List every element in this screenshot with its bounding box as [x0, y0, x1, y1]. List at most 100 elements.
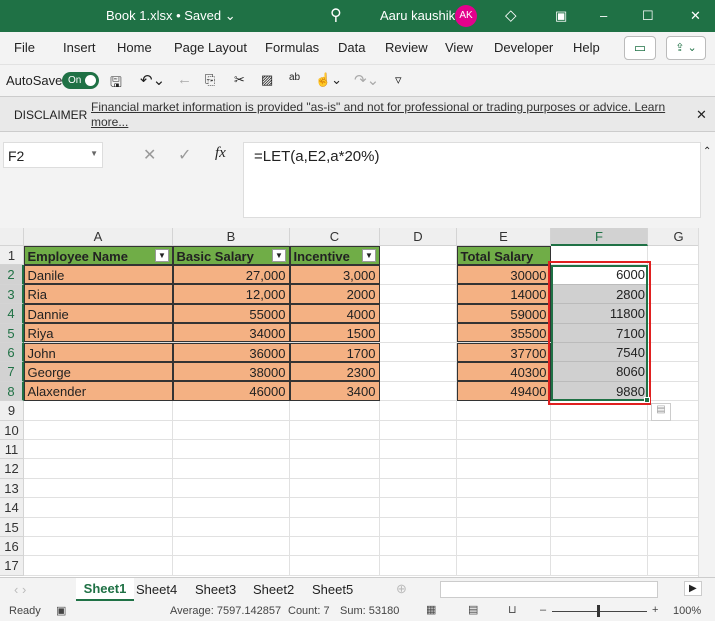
cell[interactable] — [380, 459, 457, 479]
total-salary-cell[interactable]: 35500 — [456, 323, 551, 343]
sheet-tab-sheet3[interactable]: Sheet3 — [195, 582, 236, 597]
header-employee-name[interactable]: Employee Name — [23, 245, 173, 265]
cell[interactable] — [380, 498, 457, 518]
cell[interactable] — [457, 459, 551, 479]
cut-icon[interactable]: ✂ — [234, 72, 245, 88]
total-salary-cell[interactable]: 14000 — [456, 284, 551, 304]
row-header-6[interactable]: 6 — [0, 343, 24, 363]
row-header-7[interactable]: 7 — [0, 362, 24, 382]
scroll-sheets-icon[interactable]: ‹ › — [14, 582, 26, 597]
cell[interactable] — [173, 537, 290, 557]
basic-salary-cell[interactable]: 12,000 — [172, 284, 290, 304]
cell[interactable] — [551, 556, 648, 576]
cell[interactable] — [173, 478, 290, 499]
sheet-tab-sheet5[interactable]: Sheet5 — [312, 582, 353, 597]
incentive-cell[interactable]: 3,000 — [289, 264, 380, 285]
tab-formulas[interactable]: Formulas — [265, 40, 319, 55]
touch-mode-icon[interactable]: ☝⌄ — [315, 72, 342, 88]
cell[interactable] — [24, 440, 173, 460]
filter-dropdown-a[interactable]: ▼ — [155, 249, 169, 262]
cell[interactable] — [290, 498, 380, 518]
basic-salary-cell[interactable]: 34000 — [172, 323, 290, 343]
cell[interactable] — [551, 478, 648, 499]
close-disclaimer-icon[interactable]: ✕ — [696, 107, 707, 123]
fill-handle[interactable] — [644, 397, 650, 404]
search-icon[interactable]: ⚲ — [330, 5, 342, 25]
incentive-cell[interactable]: 2300 — [289, 361, 380, 382]
incentive-cell[interactable]: 2000 — [289, 284, 380, 304]
tab-file[interactable]: File — [14, 40, 35, 55]
page-layout-view-icon[interactable]: ▤ — [468, 603, 478, 616]
tab-home[interactable]: Home — [117, 40, 152, 55]
cell[interactable] — [457, 537, 551, 557]
redo-icon[interactable]: ↷⌄ — [354, 71, 379, 89]
incentive-cell[interactable]: 1500 — [289, 323, 380, 343]
header-total-salary[interactable]: Total Salary — [456, 245, 551, 265]
cell[interactable] — [24, 478, 173, 499]
employee-name-cell[interactable]: George — [23, 361, 173, 382]
back-icon[interactable]: ← — [177, 71, 192, 88]
employee-name-cell[interactable]: Ria — [23, 284, 173, 304]
cell[interactable] — [380, 362, 457, 382]
row-header-4[interactable]: 4 — [0, 304, 24, 324]
cell[interactable] — [290, 478, 380, 499]
enter-icon[interactable]: ✓ — [178, 145, 191, 165]
employee-name-cell[interactable]: Riya — [23, 323, 173, 343]
minimize-icon[interactable]: – — [600, 8, 607, 23]
collapse-formula-bar-icon[interactable]: ⌃ — [703, 146, 711, 157]
zoom-out-icon[interactable]: – — [540, 604, 546, 616]
cell[interactable] — [290, 440, 380, 460]
zoom-slider-thumb[interactable] — [597, 605, 600, 617]
total-salary-cell[interactable]: 49400 — [456, 381, 551, 401]
customize-qat-icon[interactable]: ▿ — [395, 72, 402, 88]
tab-page-layout[interactable]: Page Layout — [174, 40, 247, 55]
maximize-icon[interactable]: ☐ — [642, 8, 654, 24]
tab-review[interactable]: Review — [385, 40, 428, 55]
tab-view[interactable]: View — [445, 40, 473, 55]
incentive-cell[interactable]: 4000 — [289, 303, 380, 324]
employee-name-cell[interactable]: Alaxender — [23, 381, 173, 401]
document-title[interactable]: Book 1.xlsx • Saved ⌄ — [106, 8, 236, 24]
filter-dropdown-b[interactable]: ▼ — [272, 249, 286, 262]
cell[interactable] — [290, 556, 380, 576]
row-header-14[interactable]: 14 — [0, 498, 24, 518]
total-salary-cell[interactable]: 37700 — [456, 342, 551, 362]
cell[interactable] — [380, 304, 457, 324]
cell[interactable] — [24, 498, 173, 518]
disclaimer-link[interactable]: Financial market information is provided… — [91, 100, 671, 130]
cell[interactable] — [290, 517, 380, 537]
horizontal-scrollbar[interactable] — [440, 581, 658, 598]
cell[interactable] — [380, 343, 457, 363]
scroll-right-icon[interactable]: ▶ — [684, 581, 702, 596]
cell[interactable] — [457, 401, 551, 421]
cell[interactable] — [24, 517, 173, 537]
autosave-toggle[interactable]: On — [62, 72, 99, 89]
cell[interactable] — [173, 420, 290, 440]
cell[interactable] — [24, 537, 173, 557]
row-header-5[interactable]: 5 — [0, 323, 24, 343]
incentive-cell[interactable]: 3400 — [289, 381, 380, 401]
employee-name-cell[interactable]: Danile — [23, 264, 173, 285]
cell[interactable] — [380, 537, 457, 557]
cell[interactable] — [380, 246, 457, 266]
cell[interactable] — [551, 459, 648, 479]
cell[interactable] — [24, 401, 173, 421]
row-header-13[interactable]: 13 — [0, 478, 24, 499]
row-header-2[interactable]: 2 — [0, 265, 24, 285]
cell[interactable] — [457, 556, 551, 576]
cell[interactable] — [173, 401, 290, 421]
cell[interactable] — [24, 420, 173, 440]
cell[interactable] — [380, 323, 457, 343]
cell[interactable] — [380, 420, 457, 440]
name-box[interactable]: F2 ▼ — [3, 142, 103, 168]
diamond-icon[interactable]: ◇ — [505, 6, 517, 24]
cell[interactable] — [290, 401, 380, 421]
cell[interactable] — [290, 420, 380, 440]
cell[interactable] — [290, 537, 380, 557]
cell[interactable] — [380, 401, 457, 421]
tab-data[interactable]: Data — [338, 40, 365, 55]
total-salary-cell[interactable]: 40300 — [456, 361, 551, 382]
cell[interactable] — [457, 420, 551, 440]
accessibility-icon[interactable]: ▣ — [56, 604, 66, 617]
row-header-11[interactable]: 11 — [0, 440, 24, 460]
